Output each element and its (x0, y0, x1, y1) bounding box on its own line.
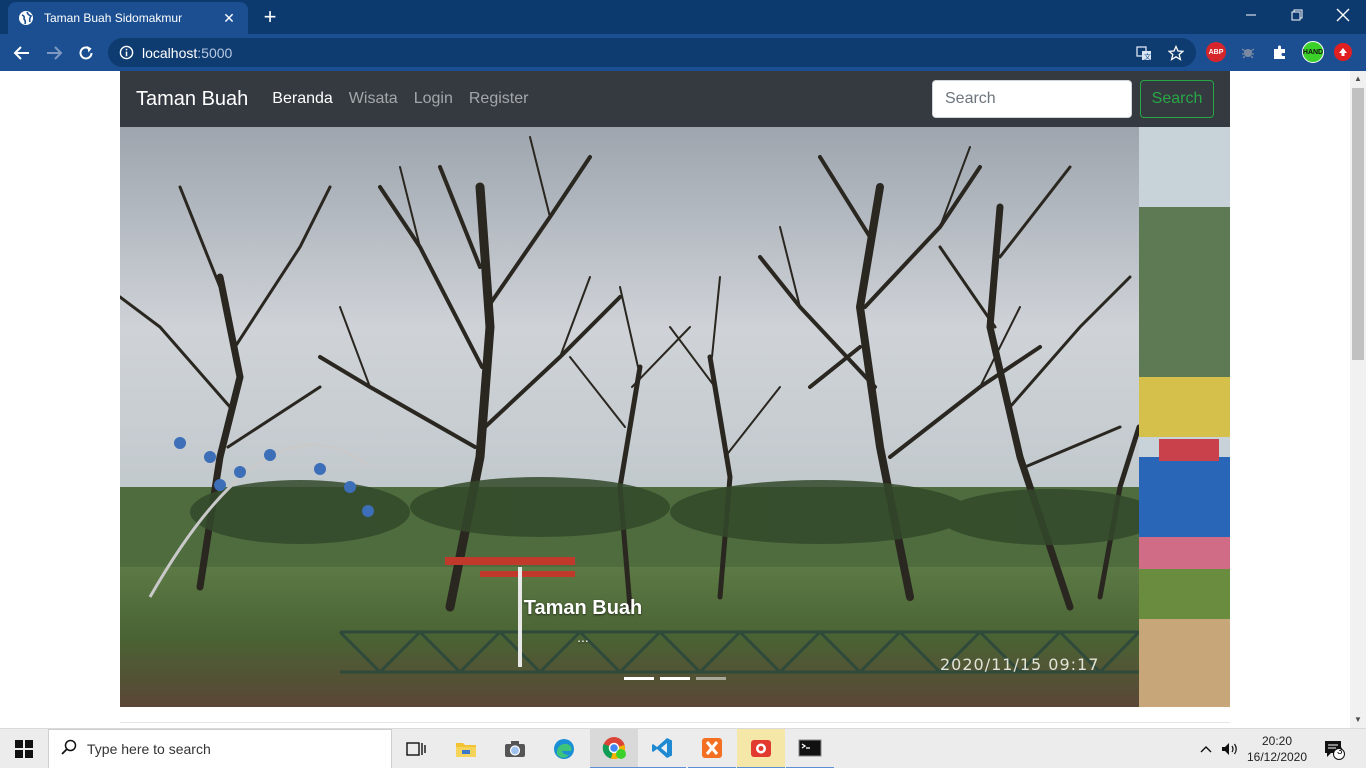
reload-icon[interactable] (73, 40, 99, 66)
taskbar-clock[interactable]: 20:20 16/12/2020 (1240, 733, 1314, 765)
new-tab-button[interactable]: + (258, 6, 282, 30)
xampp-icon[interactable] (688, 729, 736, 768)
carousel-caption-text: ... (577, 629, 589, 645)
camera-app-icon[interactable] (491, 729, 539, 768)
url-text: localhost:5000 (142, 45, 232, 61)
task-view-icon[interactable] (392, 729, 440, 768)
notification-count-badge: 3 (1337, 746, 1343, 757)
navbar-search-input[interactable] (932, 80, 1132, 118)
chrome-browser-icon[interactable] (590, 729, 638, 768)
tab-title: Taman Buah Sidomakmur (44, 11, 183, 25)
bookmark-star-icon[interactable] (1166, 43, 1186, 63)
globe-icon (18, 10, 34, 26)
magnifier-icon (61, 739, 77, 760)
navbar-brand[interactable]: Taman Buah (136, 88, 248, 111)
screenshot-tool-icon[interactable] (737, 729, 785, 768)
puzzle-extensions-icon[interactable] (1270, 42, 1290, 62)
browser-tab-strip: Taman Buah Sidomakmur ✕ + (0, 0, 1366, 34)
translate-icon[interactable]: 文 (1134, 43, 1154, 63)
browser-tab-active[interactable]: Taman Buah Sidomakmur ✕ (8, 2, 248, 34)
scrollbar-thumb[interactable] (1352, 88, 1364, 360)
content-divider (120, 722, 1230, 723)
profile-avatar[interactable]: HAND (1302, 41, 1324, 63)
address-bar[interactable]: localhost:5000 文 (108, 38, 1196, 67)
carousel-indicator-1[interactable] (624, 677, 654, 680)
carousel-indicator-2[interactable] (660, 677, 690, 680)
tab-close-icon[interactable]: ✕ (220, 10, 238, 27)
minimize-window-icon[interactable] (1228, 0, 1274, 30)
clock-time: 20:20 (1261, 734, 1293, 748)
notification-center-icon[interactable]: 3 (1318, 729, 1350, 768)
clock-date: 16/12/2020 (1246, 750, 1308, 764)
carousel-indicator-3[interactable] (696, 677, 726, 680)
restore-window-icon[interactable] (1274, 0, 1320, 30)
page-scrollbar[interactable]: ▲ ▼ (1350, 71, 1366, 728)
carousel-slide-next-preview (1139, 127, 1230, 707)
show-hidden-icons-chevron-icon[interactable] (1196, 729, 1216, 768)
windows-start-icon[interactable] (0, 729, 48, 768)
adblock-extension-icon[interactable]: ABP (1206, 42, 1226, 62)
nav-link-register[interactable]: Register (469, 90, 529, 108)
scroll-down-arrow-icon[interactable]: ▼ (1350, 712, 1366, 728)
forward-arrow-icon[interactable] (41, 40, 67, 66)
nav-link-wisata[interactable]: Wisata (349, 90, 398, 108)
windows-taskbar: Type here to search 20:20 16/12/2020 3 (0, 728, 1366, 768)
terminal-icon[interactable] (786, 729, 834, 768)
url-port: :5000 (197, 44, 233, 61)
speaker-volume-icon[interactable] (1218, 729, 1242, 768)
edge-browser-icon[interactable] (540, 729, 588, 768)
update-arrow-icon[interactable] (1334, 43, 1352, 61)
carousel-slide-park-photo (120, 127, 1139, 707)
vscode-icon[interactable] (638, 729, 686, 768)
scroll-up-arrow-icon[interactable]: ▲ (1350, 71, 1366, 87)
navbar-search-button[interactable]: Search (1140, 80, 1214, 118)
taskbar-search-box[interactable]: Type here to search (48, 729, 392, 768)
carousel-caption-title: Taman Buah (523, 597, 643, 619)
taskbar-search-placeholder: Type here to search (87, 741, 211, 757)
nav-link-login[interactable]: Login (414, 90, 453, 108)
back-arrow-icon[interactable] (9, 40, 35, 66)
site-info-icon[interactable] (118, 45, 134, 61)
browser-toolbar: localhost:5000 文 ABP HAND (0, 34, 1366, 71)
site-navbar: Taman Buah Beranda Wisata Login Register… (120, 71, 1230, 127)
svg-text:文: 文 (1144, 52, 1151, 61)
close-window-icon[interactable] (1320, 0, 1366, 30)
bug-extension-icon[interactable] (1238, 42, 1258, 62)
nav-link-beranda[interactable]: Beranda (272, 90, 333, 108)
carousel-indicators (624, 677, 732, 680)
photo-timestamp: 2020/11/15 09:17 (940, 655, 1100, 674)
url-host: localhost (142, 44, 198, 61)
file-explorer-icon[interactable] (442, 729, 490, 768)
image-carousel[interactable]: 2020/11/15 09:17 Taman Buah ... (120, 127, 1230, 707)
web-page: Taman Buah Beranda Wisata Login Register… (0, 71, 1350, 728)
